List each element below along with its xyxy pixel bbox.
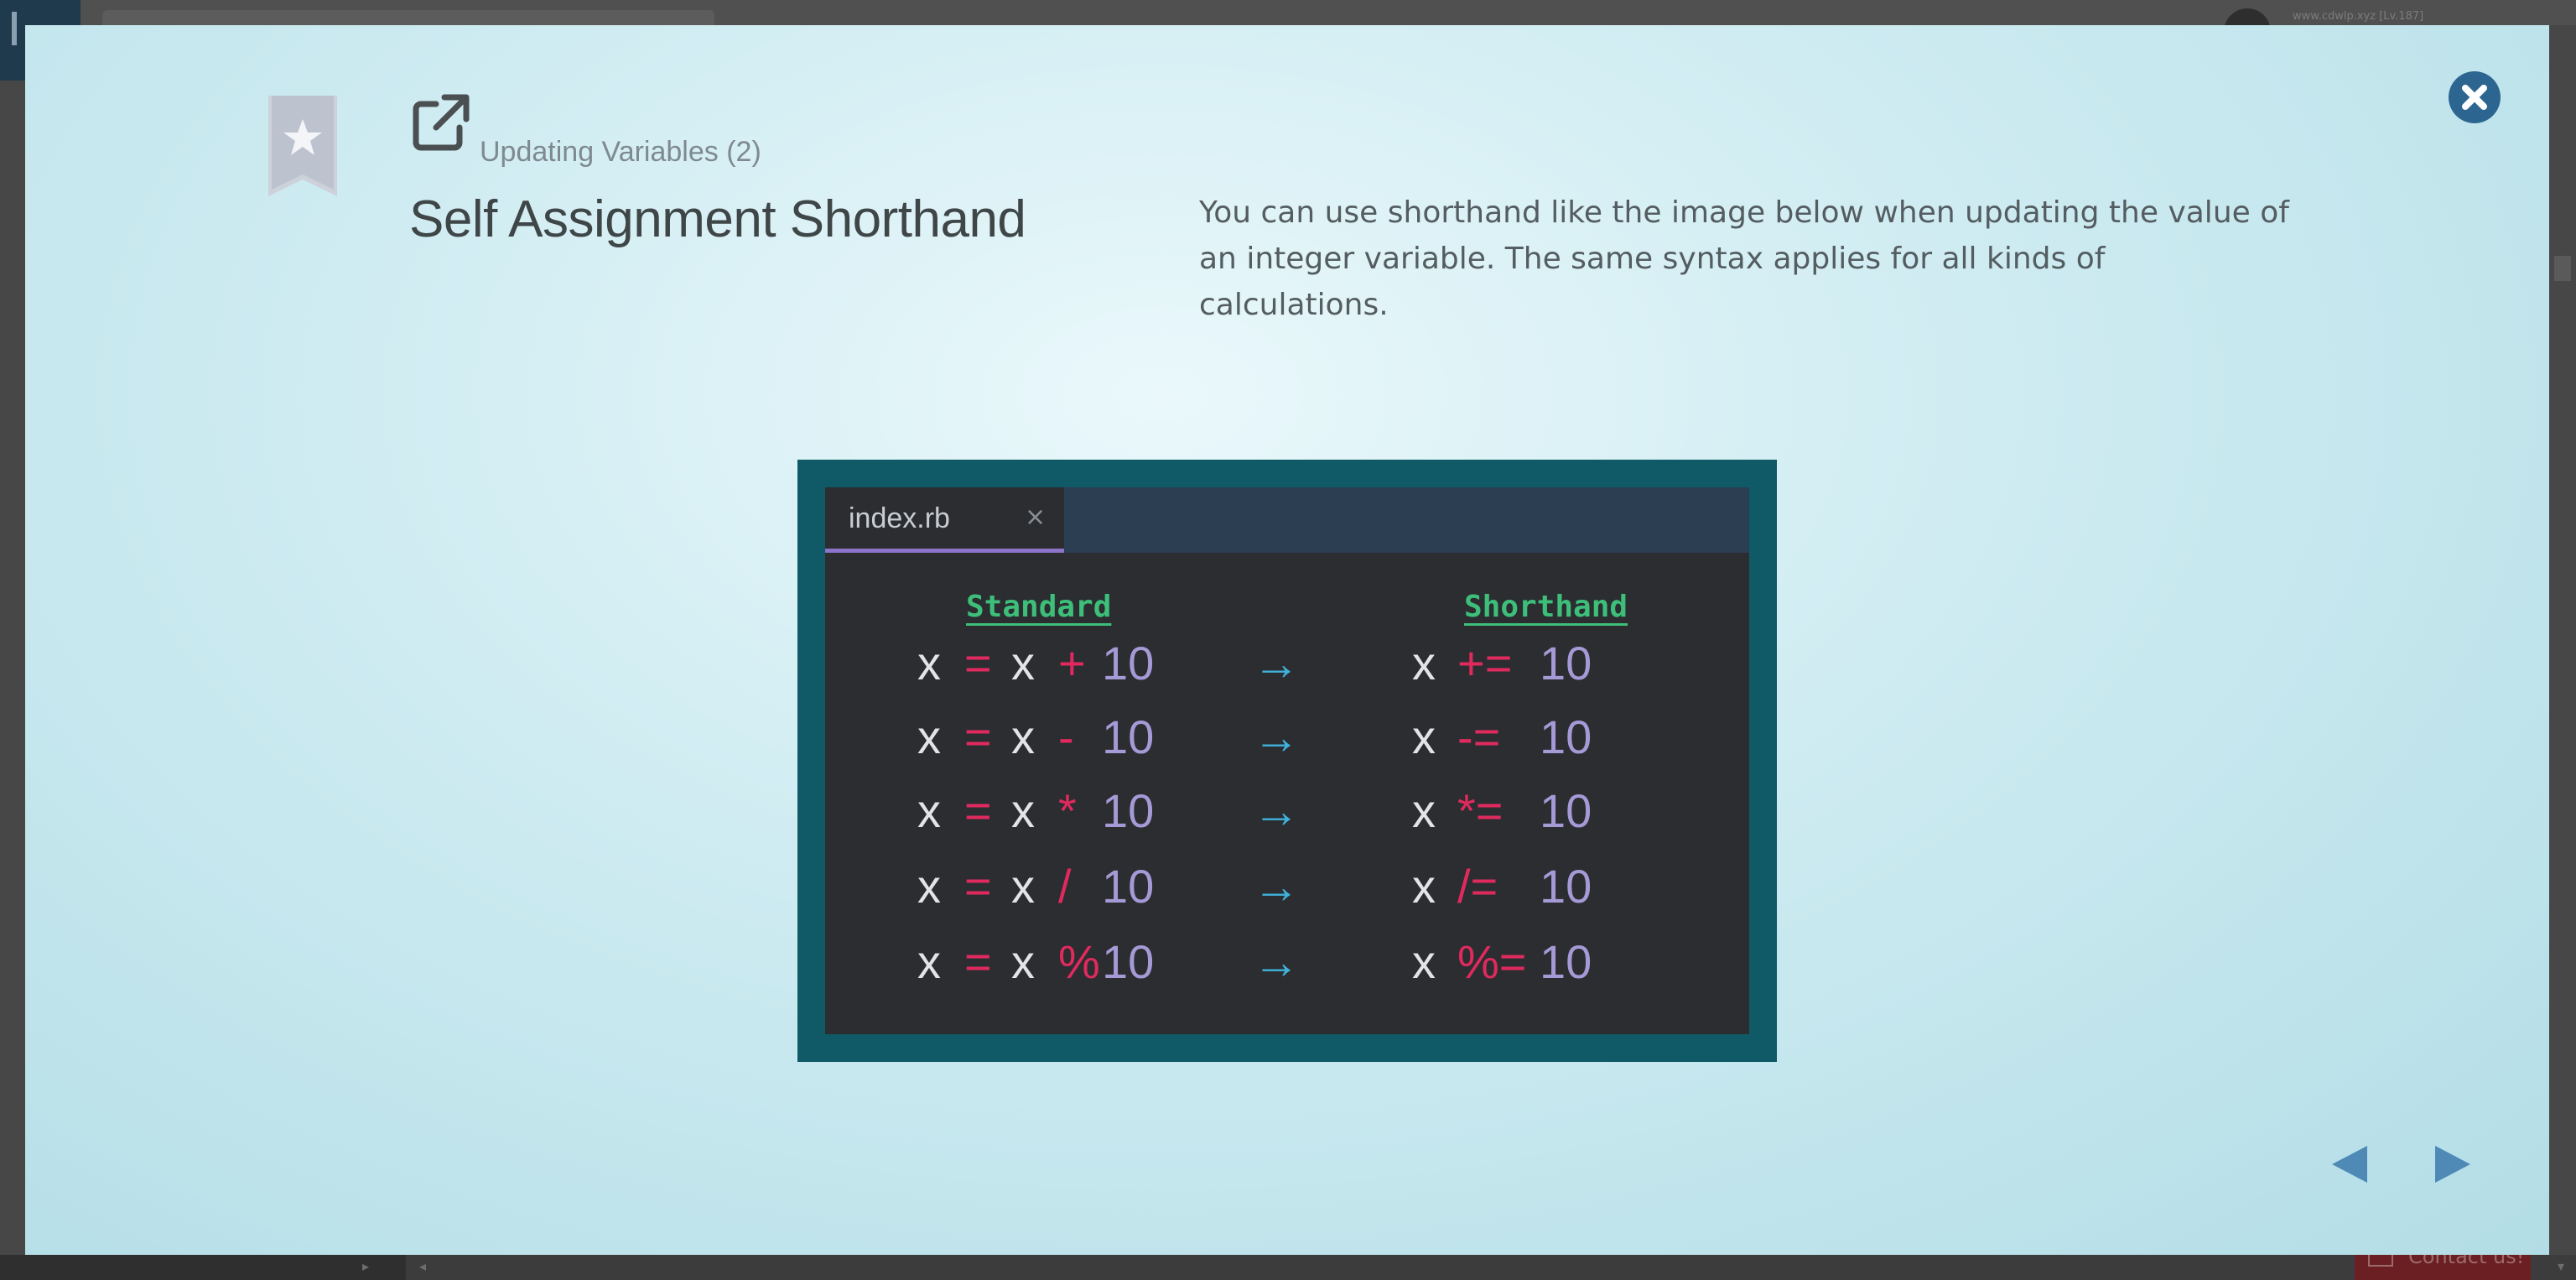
code-var: x [917,784,941,837]
code-row: x = x% 10 → x %= 10 [825,929,1749,996]
editor-window: index.rb × Standard Shorthand x = x +10 → x +=… [825,487,1749,1034]
code-short-var: x [1412,710,1436,763]
bookmark-button[interactable] [268,96,337,196]
prev-button[interactable] [2327,1141,2374,1188]
lesson-description: You can use shorthand like the image bel… [1199,195,2289,322]
editor-tab[interactable]: index.rb × [825,487,1064,553]
code-var: x [917,710,941,763]
code-short-num: 10 [1540,860,1592,913]
code-row: x = x +10 → x += 10 [825,630,1749,697]
next-arrow-icon [2435,1146,2470,1183]
code-var2: x [1011,710,1035,763]
background-scroll-down-icon: ▾ [2558,1258,2565,1274]
background-scroll-thumb [2554,256,2571,281]
code-num: 10 [1102,710,1155,763]
code-illustration: index.rb × Standard Shorthand x = x +10 → x +=… [797,460,1777,1062]
code-eq: = [964,710,992,763]
code-short-var: x [1412,784,1436,837]
background-left-column [0,81,25,1255]
code-eq: = [964,637,992,689]
code-short-num: 10 [1540,637,1592,689]
code-var2: x [1011,935,1035,988]
external-link-button[interactable] [411,92,471,153]
code-arrow: → [1253,860,1300,913]
code-var: x [917,637,941,689]
code-arrow: → [1253,935,1300,988]
code-short-var: x [1412,860,1436,913]
code-op: + [1058,637,1086,689]
next-button[interactable] [2428,1141,2475,1188]
lesson-subtitle: Updating Variables (2) [480,136,761,168]
code-num: 10 [1102,860,1155,913]
code-num: 10 [1102,784,1155,837]
code-short-var: x [1412,935,1436,988]
background-scroll-right-icon: ▸ [362,1258,370,1274]
code-short-num: 10 [1540,935,1592,988]
editor-tabbar: index.rb × [825,487,1749,553]
lesson-modal: Updating Variables (2) Self Assignment S… [25,25,2549,1255]
code-arrow: → [1253,637,1300,689]
tab-close-icon[interactable]: × [1025,502,1046,532]
code-short-num: 10 [1540,710,1592,763]
standard-heading: Standard [966,590,1112,624]
prev-arrow-icon [2332,1146,2367,1183]
code-op: * [1058,784,1077,837]
background-left-pane [0,1255,406,1280]
external-link-icon [413,94,470,151]
code-row: x = x / 10 → x /= 10 [825,853,1749,920]
code-var2: x [1011,784,1035,837]
close-button[interactable] [2449,71,2501,123]
code-var: x [917,860,941,913]
background-scroll-left-icon: ◂ [419,1258,427,1274]
code-short-op: %= [1457,935,1527,988]
code-short-var: x [1412,637,1436,689]
star-bookmark-icon [268,96,337,196]
close-icon [2462,85,2487,110]
code-eq: = [964,784,992,837]
code-op: / [1058,860,1072,913]
shorthand-heading: Shorthand [1464,590,1628,624]
code-num: 10 [1102,935,1155,988]
code-num: 10 [1102,637,1155,689]
code-short-op: += [1457,637,1513,689]
code-short-op: *= [1457,784,1504,837]
code-op: - [1058,710,1074,763]
code-var2: x [1011,860,1035,913]
code-eq: = [964,860,992,913]
code-arrow: → [1253,710,1300,763]
code-row: x = x -10 → x -= 10 [825,704,1749,771]
background-user-text: www.cdwlp.xyz [Lv.187] [2293,10,2424,23]
code-short-op: /= [1457,860,1498,913]
lesson-title: Self Assignment Shorthand [409,190,1026,248]
code-eq: = [964,935,992,988]
code-short-op: -= [1457,710,1501,763]
code-op: % [1058,935,1100,988]
background-scrollbar [2549,25,2576,1258]
code-short-num: 10 [1540,784,1592,837]
code-row: x = x * 10 → x *= 10 [825,778,1749,845]
code-arrow: → [1253,784,1300,837]
code-var2: x [1011,637,1035,689]
code-var: x [917,935,941,988]
editor-tab-name: index.rb [849,502,950,534]
